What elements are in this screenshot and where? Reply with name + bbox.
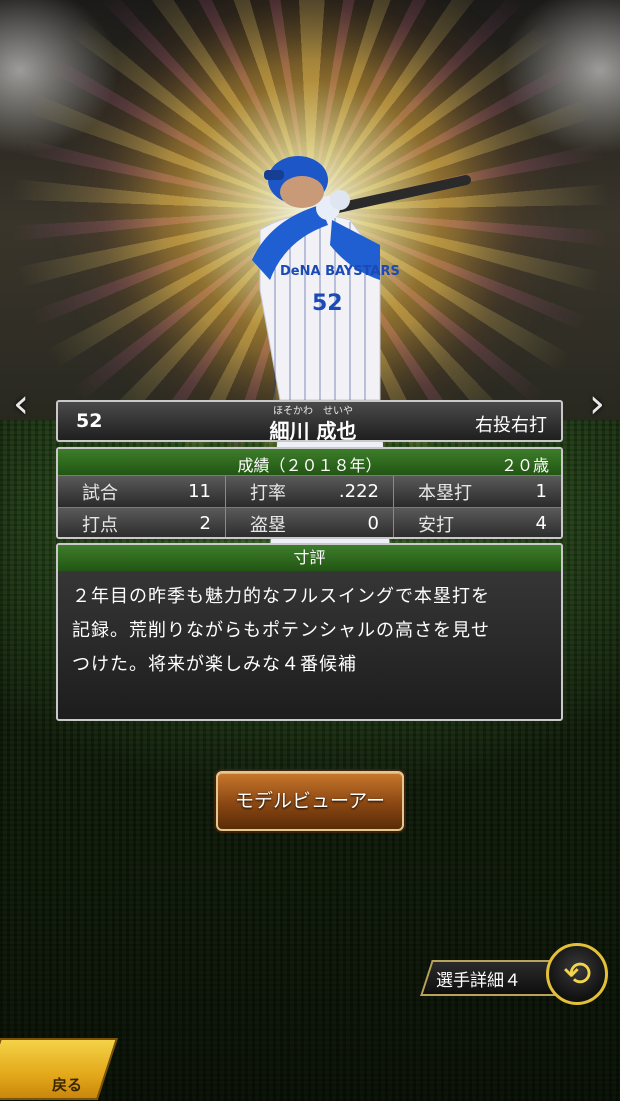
throws-bats: 右投右打 bbox=[475, 415, 547, 436]
chevron-right-icon: › bbox=[589, 381, 605, 427]
next-player-button[interactable]: › bbox=[582, 380, 612, 428]
evaluation-text: ２年目の昨季も魅力的なフルスイングで本塁打を 記録。荒削りながらもポテンシャルの… bbox=[58, 571, 561, 682]
stat-cell-games: 試合 11 bbox=[58, 476, 225, 507]
stat-value: 1 bbox=[535, 481, 547, 502]
stat-value: .222 bbox=[338, 481, 379, 502]
evaluation-title: 寸評 bbox=[58, 545, 561, 571]
stats-row: 試合 11 打率 .222 本塁打 1 bbox=[58, 475, 561, 507]
jersey-team-text: DeNA BAYSTARS bbox=[280, 264, 400, 279]
model-viewer-button[interactable]: モデルビューアー bbox=[216, 771, 404, 831]
evaluation-line: ２年目の昨季も魅力的なフルスイングで本塁打を bbox=[72, 586, 490, 607]
stat-label: 打率 bbox=[250, 482, 286, 504]
evaluation-line: つけた。将来が楽しみな４番候補 bbox=[72, 654, 357, 675]
stat-value: 0 bbox=[367, 513, 379, 534]
player-age: ２０歳 bbox=[500, 456, 549, 475]
chevron-left-icon: ‹ bbox=[13, 381, 29, 427]
back-button[interactable]: 戻る bbox=[0, 1036, 119, 1101]
stat-label: 安打 bbox=[418, 514, 454, 536]
stat-cell-homeruns: 本塁打 1 bbox=[393, 476, 561, 507]
stat-cell-hits: 安打 4 bbox=[393, 508, 561, 537]
stat-value: 11 bbox=[188, 481, 211, 502]
player-name-bar: 52 ほそかわ せいや 細川 成也 右投右打 bbox=[56, 400, 563, 443]
stat-label: 打点 bbox=[82, 514, 118, 536]
stats-title: 成績（２０１８年） bbox=[237, 456, 382, 475]
stat-value: 4 bbox=[535, 513, 547, 534]
evaluation-panel: 寸評 ２年目の昨季も魅力的なフルスイングで本塁打を 記録。荒削りながらもポテンシ… bbox=[56, 543, 563, 721]
stat-label: 盗塁 bbox=[250, 514, 286, 536]
stat-value: 2 bbox=[199, 513, 211, 534]
back-label: 戻る bbox=[52, 1076, 83, 1094]
stat-label: 試合 bbox=[82, 482, 118, 504]
player-detail-button[interactable]: 選手詳細４ ⟲ bbox=[420, 943, 610, 1007]
stat-cell-steals: 盗塁 0 bbox=[225, 508, 393, 537]
player-card-screen: DeNA BAYSTARS 52 ‹ › 52 ほそかわ せいや 細川 成也 右… bbox=[0, 0, 620, 1101]
jersey-number-text: 52 bbox=[312, 291, 343, 316]
stats-row: 打点 2 盗塁 0 安打 4 bbox=[58, 507, 561, 537]
stat-label: 本塁打 bbox=[418, 482, 472, 504]
stat-cell-rbi: 打点 2 bbox=[58, 508, 225, 537]
switch-arrows-icon: ⟲ bbox=[546, 943, 608, 1005]
player-name: 細川 成也 bbox=[269, 419, 357, 443]
evaluation-line: 記録。荒削りながらもポテンシャルの高さを見せ bbox=[72, 620, 490, 641]
detail-label: 選手詳細４ bbox=[436, 971, 521, 991]
stat-cell-average: 打率 .222 bbox=[225, 476, 393, 507]
stats-header: 成績（２０１８年） ２０歳 bbox=[58, 449, 561, 475]
prev-player-button[interactable]: ‹ bbox=[6, 380, 36, 428]
player-number: 52 bbox=[76, 410, 103, 432]
stats-panel: 成績（２０１８年） ２０歳 試合 11 打率 .222 本塁打 1 打点 2 盗塁 0 安… bbox=[56, 447, 563, 539]
